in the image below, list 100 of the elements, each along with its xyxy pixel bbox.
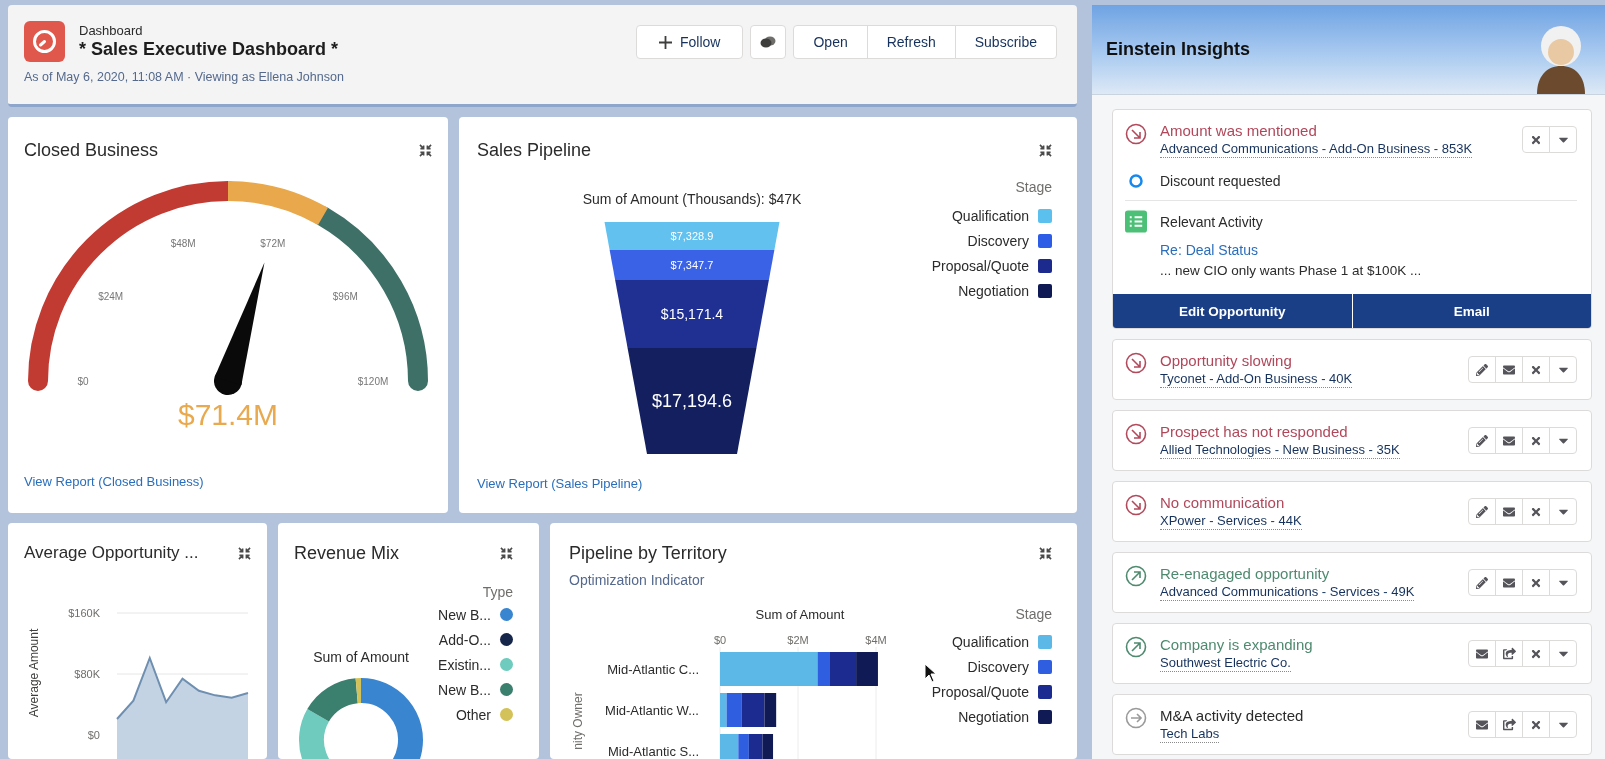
toolbar-button[interactable]: Subscribe [954, 25, 1057, 59]
card-title: Sales Pipeline [477, 139, 592, 161]
close-icon [1530, 718, 1542, 731]
legend-title: Stage [1015, 179, 1052, 195]
legend-label: Negotiation [958, 708, 1029, 725]
expand-icon[interactable] [238, 546, 251, 560]
share-button[interactable] [1495, 711, 1523, 738]
close-icon [1530, 505, 1542, 518]
legend-label: Existin... [438, 656, 491, 673]
record-link[interactable]: Allied Technologies - New Business - 35K [1160, 441, 1400, 459]
legend-label: Proposal/Quote [931, 257, 1029, 274]
email-button[interactable] [1495, 498, 1523, 525]
more-button[interactable] [1549, 640, 1577, 667]
funnel-label: $7,347.7 [670, 258, 714, 271]
expand-icon[interactable] [419, 143, 432, 157]
tick-label: $4M [865, 634, 887, 646]
legend-label: Other [456, 706, 491, 723]
card-subtitle: Optimization Indicator [569, 572, 706, 589]
tick-label: $160K [68, 607, 100, 619]
dismiss-button[interactable] [1522, 711, 1550, 738]
dismiss-button[interactable] [1522, 640, 1550, 667]
edit-button[interactable] [1468, 356, 1496, 383]
checklist-icon [1125, 210, 1147, 233]
email-button[interactable] [1495, 569, 1523, 596]
more-button[interactable] [1549, 711, 1577, 738]
axis-label: nity Owner [571, 692, 585, 750]
legend-label: Qualification [951, 207, 1029, 224]
card-action-button[interactable]: Edit Opportunity [1113, 294, 1352, 328]
record-link[interactable]: Advanced Communications - Add-On Business - 853K [1160, 140, 1473, 158]
insight-title: Re-enagaged opportunity [1160, 564, 1330, 583]
share-button[interactable] [1495, 640, 1523, 667]
dismiss-button[interactable] [1522, 427, 1550, 454]
card-action-button[interactable]: Email [1352, 294, 1591, 328]
legend-label: Discovery [967, 232, 1029, 249]
mail-icon [1503, 363, 1515, 376]
more-button[interactable] [1549, 126, 1577, 153]
arrow-circle-icon [1125, 352, 1147, 374]
legend-label: Add-O... [438, 631, 491, 648]
email-button[interactable] [1495, 356, 1523, 383]
record-link[interactable]: Advanced Communications - Services - 49K [1160, 583, 1415, 601]
chart-title: Sum of Amount [755, 607, 845, 622]
gauge-value: $71.4M [177, 398, 279, 431]
record-link[interactable]: Tyconet - Add-On Business - 40K [1160, 370, 1353, 388]
arrow-circle-icon [1125, 636, 1147, 658]
toolbar-button[interactable]: Open [793, 25, 868, 59]
mail-icon [1476, 718, 1488, 731]
edit-button[interactable] [1468, 569, 1496, 596]
record-link[interactable]: Tech Labs [1160, 725, 1220, 743]
toolbar-button[interactable]: Refresh [866, 25, 956, 59]
bar-segment [762, 734, 774, 759]
arrow-circle-icon [1125, 123, 1147, 145]
edit-button[interactable] [1468, 498, 1496, 525]
report-link[interactable]: View Report (Sales Pipeline) [477, 475, 643, 493]
category-label: Mid-Atlantic C... [607, 662, 699, 677]
panel-title: Einstein Insights [1106, 39, 1251, 60]
close-icon [1530, 133, 1542, 146]
ring-icon [1129, 174, 1143, 188]
report-link[interactable]: View Report (Closed Business) [24, 473, 204, 491]
funnel-label: $17,194.6 [651, 391, 733, 412]
dismiss-button[interactable] [1522, 126, 1550, 153]
tick-label: $0 [713, 634, 727, 646]
pencil-icon [1476, 363, 1488, 376]
expand-icon[interactable] [1039, 143, 1052, 157]
email-button[interactable] [1468, 711, 1496, 738]
insight-title: Opportunity slowing [1160, 351, 1292, 370]
record-link[interactable]: Southwest Electric Co. [1160, 654, 1291, 672]
more-button[interactable] [1549, 356, 1577, 383]
follow-button[interactable]: Follow [636, 25, 744, 59]
email-button[interactable] [1495, 427, 1523, 454]
card-title: Pipeline by Territory [569, 543, 727, 564]
expand-icon[interactable] [1039, 547, 1052, 560]
insight-title: No communication [1160, 493, 1285, 512]
dismiss-button[interactable] [1522, 356, 1550, 383]
record-link[interactable]: XPower - Services - 44K [1160, 512, 1302, 530]
breadcrumb: Dashboard [79, 23, 144, 38]
bar-segment [856, 652, 878, 686]
activity-link[interactable]: Re: Deal Status [1160, 241, 1259, 259]
tick-label: $0 [87, 729, 100, 741]
insight-note: Discount requested [1160, 172, 1281, 190]
card-title: Average Opportunity ... [24, 543, 199, 563]
chat-button[interactable] [750, 25, 787, 59]
dashboard-title: * Sales Executive Dashboard * [79, 38, 339, 60]
more-button[interactable] [1549, 498, 1577, 525]
legend-label: New B... [438, 606, 491, 623]
dismiss-button[interactable] [1522, 498, 1550, 525]
pencil-icon [1476, 505, 1488, 518]
more-button[interactable] [1549, 569, 1577, 596]
tick-label: $120M [357, 376, 389, 387]
funnel-label: $15,171.4 [660, 306, 724, 323]
expand-icon[interactable] [500, 547, 513, 560]
email-button[interactable] [1468, 640, 1496, 667]
more-button[interactable] [1549, 427, 1577, 454]
chat-icon [760, 35, 777, 49]
dismiss-button[interactable] [1522, 569, 1550, 596]
close-icon [1530, 434, 1542, 447]
dashboard-meta: As of May 6, 2020, 11:08 AM · Viewing as Ellena Johnson [24, 70, 344, 85]
edit-button[interactable] [1468, 427, 1496, 454]
tick-label: $24M [98, 290, 124, 302]
pencil-icon [1476, 434, 1488, 447]
tick-label: $96M [332, 290, 358, 302]
